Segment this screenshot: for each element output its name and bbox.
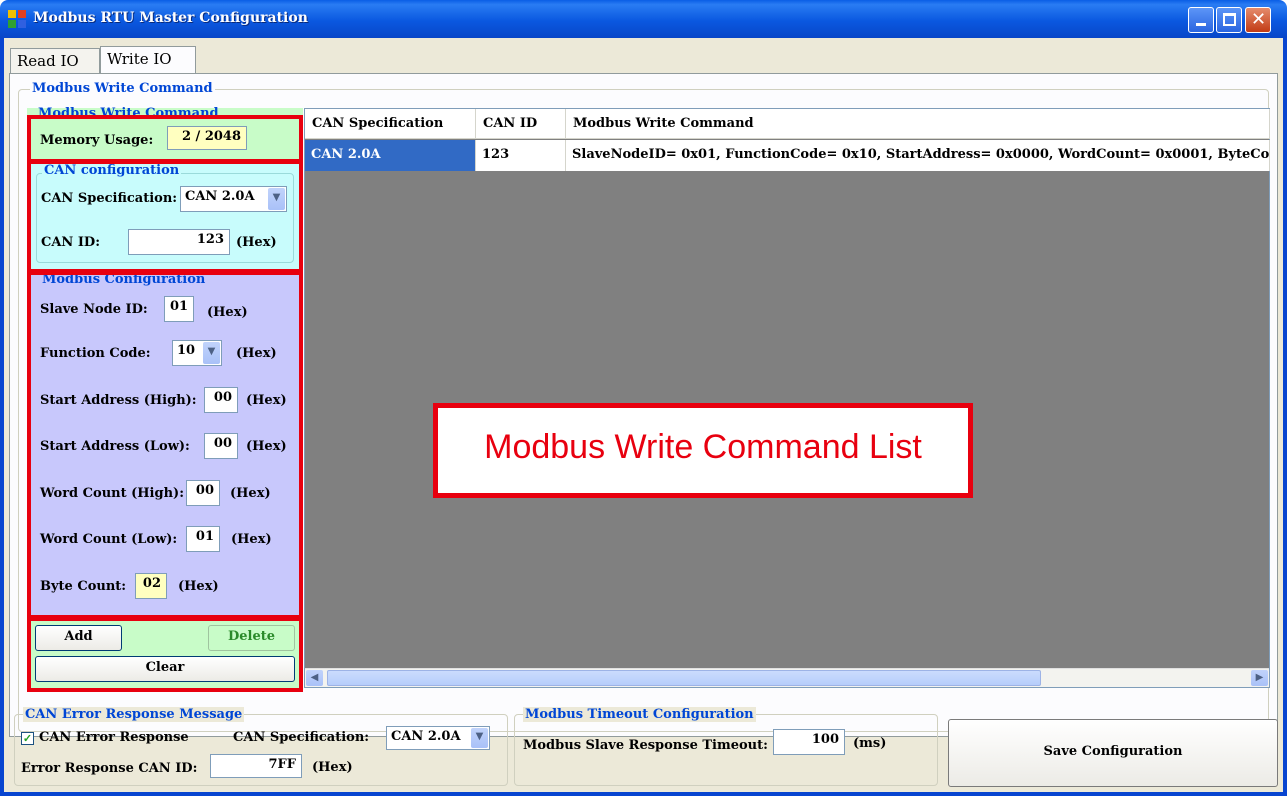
scroll-left-icon[interactable]: ◀: [306, 670, 323, 686]
chevron-down-icon[interactable]: ▼: [471, 728, 488, 748]
horizontal-scrollbar[interactable]: ◀ ▶: [305, 668, 1269, 687]
buttons-highlight-box: [27, 617, 303, 692]
error-spec-label: CAN Specification:: [233, 730, 370, 745]
timeout-label: Modbus Slave Response Timeout:: [523, 738, 768, 753]
tab-write-io[interactable]: Write IO: [100, 46, 196, 74]
timeout-title: Modbus Timeout Configuration: [523, 707, 756, 722]
maximize-icon: [1223, 13, 1236, 26]
memory-highlight-box: [27, 115, 303, 163]
table-cell-can-spec[interactable]: CAN 2.0A: [305, 140, 476, 171]
error-id-input[interactable]: 7FF: [210, 754, 302, 778]
minimize-button[interactable]: [1188, 7, 1214, 33]
scrollbar-thumb[interactable]: [327, 670, 1041, 686]
timeout-unit: (ms): [853, 736, 887, 751]
window-title: Modbus RTU Master Configuration: [33, 10, 308, 26]
close-button[interactable]: ✕: [1245, 7, 1271, 33]
column-header-command[interactable]: Modbus Write Command: [566, 109, 1270, 139]
command-list-annotation: Modbus Write Command List: [433, 403, 973, 498]
app-icon: [8, 10, 26, 28]
column-header-can-id[interactable]: CAN ID: [476, 109, 566, 139]
timeout-input[interactable]: 100: [773, 729, 845, 755]
maximize-button[interactable]: [1216, 7, 1242, 33]
error-id-unit: (Hex): [312, 760, 353, 775]
scroll-right-icon[interactable]: ▶: [1251, 670, 1268, 686]
table-cell-can-id[interactable]: 123: [476, 140, 566, 171]
error-response-title: CAN Error Response Message: [23, 707, 245, 722]
title-bar[interactable]: Modbus RTU Master Configuration ✕: [0, 0, 1287, 38]
command-list-grid[interactable]: CAN Specification CAN ID Modbus Write Co…: [304, 108, 1270, 688]
can-config-highlight-box: [27, 160, 303, 273]
close-icon: ✕: [1251, 9, 1267, 30]
error-spec-value: CAN 2.0A: [391, 729, 461, 744]
column-header-can-spec[interactable]: CAN Specification: [305, 109, 476, 139]
error-id-label: Error Response CAN ID:: [21, 761, 198, 776]
minimize-icon: [1196, 23, 1206, 26]
modbus-config-highlight-box: [27, 271, 303, 619]
error-response-checkbox-label: CAN Error Response: [39, 730, 189, 745]
tab-read-io[interactable]: Read IO: [10, 48, 100, 74]
save-configuration-button[interactable]: Save Configuration: [948, 719, 1278, 787]
error-response-checkbox[interactable]: ✓: [21, 732, 34, 745]
error-spec-select[interactable]: CAN 2.0A ▼: [386, 726, 490, 750]
table-cell-command[interactable]: SlaveNodeID= 0x01, FunctionCode= 0x10, S…: [566, 140, 1270, 171]
write-command-group-title: Modbus Write Command: [30, 81, 215, 96]
